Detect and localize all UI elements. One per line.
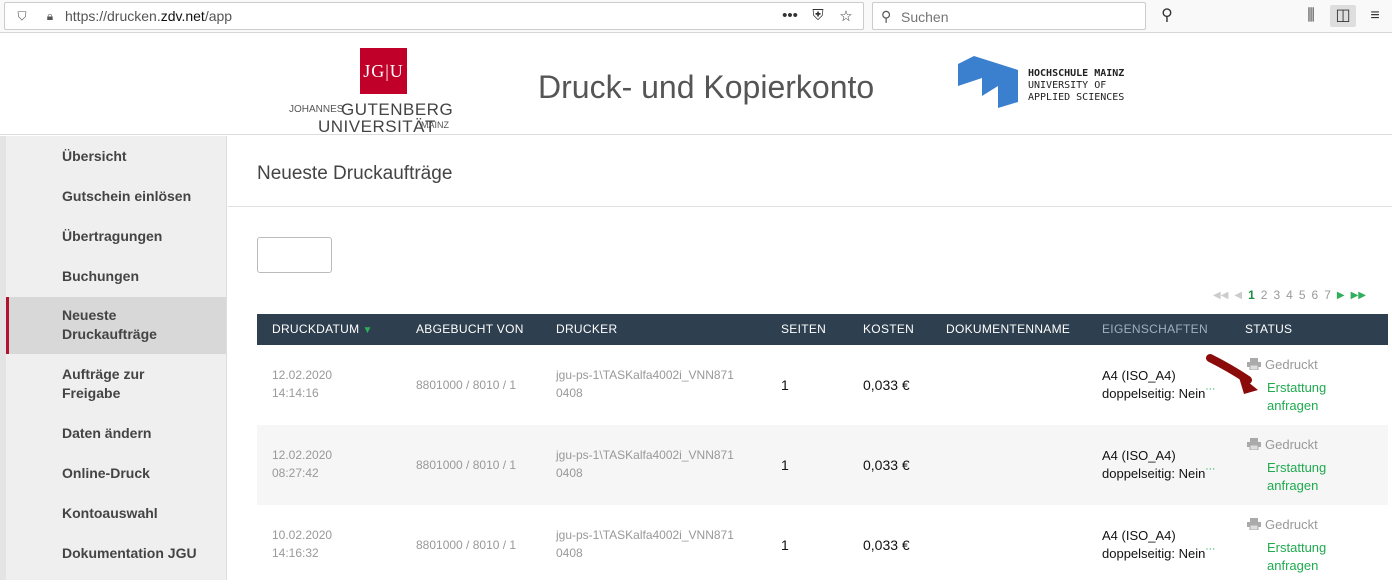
first-page-button[interactable]: ◀◀: [1213, 290, 1228, 301]
lock-icon[interactable]: 🔒︎: [43, 9, 57, 23]
refund-request-link[interactable]: Erstattung anfragen: [1267, 459, 1326, 495]
next-page-button[interactable]: ▶: [1337, 290, 1345, 301]
refund-request-link[interactable]: Erstattung anfragen: [1267, 379, 1326, 415]
browser-toolbar: ⛉ 🔒︎ https://drucken.zdv.net/app ••• ⛨ ☆…: [0, 0, 1392, 33]
hochschule-subtitle-2: APPLIED SCIENCES: [1028, 92, 1125, 103]
search-icon: ⚲: [881, 8, 892, 24]
status-printed: Gedruckt: [1247, 517, 1318, 532]
hochschule-subtitle-1: UNIVERSITY OF: [1028, 80, 1107, 91]
sidebar-item-gutschein[interactable]: Gutschein einlösen: [6, 187, 226, 206]
more-actions-icon[interactable]: •••: [781, 7, 799, 25]
divider: [228, 206, 1392, 207]
column-header-status[interactable]: STATUS: [1245, 322, 1292, 336]
row-props: A4 (ISO_A4) doppelseitig: Nein˙˙˙: [1102, 528, 1216, 561]
hochschule-logo-text: HOCHSCHULE MAINZ UNIVERSITY OF APPLIED S…: [1028, 68, 1124, 104]
column-header-props: EIGENSCHAFTEN: [1102, 322, 1208, 336]
library-icon[interactable]: ⫼: [1298, 5, 1324, 27]
last-page-button[interactable]: ▶▶: [1351, 290, 1366, 301]
sidebar-item-kontoauswahl[interactable]: Kontoauswahl: [6, 504, 226, 523]
page-link-6[interactable]: 6: [1312, 288, 1319, 302]
row-account: 8801000 / 8010 / 1: [416, 458, 517, 472]
status-printed: Gedruckt: [1247, 437, 1318, 452]
row-date: 12.02.2020 08:27:42: [272, 448, 333, 480]
search-input[interactable]: [901, 7, 1131, 27]
row-printer: jgu-ps-1\TASKalfa4002i_VNN871 0408: [556, 448, 734, 480]
page-link-2[interactable]: 2: [1261, 288, 1268, 302]
sidebar-toggle-icon[interactable]: ◫: [1330, 5, 1356, 27]
sidebar-item-label: Freigabe: [62, 385, 121, 401]
table-row: 12.02.2020 08:27:42 8801000 / 8010 / 1 jg…: [257, 425, 1388, 505]
shield-icon[interactable]: ⛉: [15, 9, 29, 23]
sidebar-item-label: Druckaufträge: [62, 326, 157, 342]
page-link-7[interactable]: 7: [1324, 288, 1331, 302]
row-account: 8801000 / 8010 / 1: [416, 378, 517, 392]
jgu-logo-johannes: JOHANNES: [289, 104, 344, 115]
hochschule-logo-icon: [958, 56, 1018, 108]
more-dots-icon: ˙˙˙: [1205, 546, 1216, 561]
sidebar-item-label: Neueste: [62, 307, 117, 323]
menu-icon[interactable]: ≡: [1362, 5, 1388, 27]
page-link-1[interactable]: 1: [1248, 288, 1255, 302]
row-cost: 0,033 €: [863, 377, 910, 393]
column-header-printer[interactable]: DRUCKER: [556, 322, 617, 336]
sort-desc-icon: ▼: [362, 325, 373, 336]
row-cost: 0,033 €: [863, 457, 910, 473]
more-dots-icon: ˙˙˙: [1205, 466, 1216, 481]
page-link-3[interactable]: 3: [1273, 288, 1280, 302]
row-printer: jgu-ps-1\TASKalfa4002i_VNN871 0408: [556, 368, 734, 400]
url-text[interactable]: https://drucken.zdv.net/app: [65, 8, 232, 24]
column-header-cost[interactable]: KOSTEN: [863, 322, 914, 336]
search-bar[interactable]: ⚲: [872, 2, 1146, 30]
printer-icon: [1247, 518, 1261, 530]
hochschule-name: HOCHSCHULE MAINZ: [1028, 68, 1125, 79]
pocket-icon[interactable]: ⛨: [809, 7, 827, 25]
sidebar-nav: Übersicht Gutschein einlösen Übertragung…: [0, 136, 227, 580]
sidebar-item-dokumentation[interactable]: Dokumentation JGU: [6, 544, 226, 563]
row-props: A4 (ISO_A4) doppelseitig: Nein˙˙˙: [1102, 368, 1216, 401]
page-title: Neueste Druckaufträge: [257, 163, 453, 184]
row-printer: jgu-ps-1\TASKalfa4002i_VNN871 0408: [556, 528, 734, 560]
jgu-mark: JG|U: [360, 48, 407, 94]
page-link-5[interactable]: 5: [1299, 288, 1306, 302]
sidebar-item-auftraege-freigabe[interactable]: Aufträge zur Freigabe: [6, 365, 226, 403]
column-header-date[interactable]: DRUCKDATUM ▼: [272, 322, 373, 336]
row-props: A4 (ISO_A4) doppelseitig: Nein˙˙˙: [1102, 448, 1216, 481]
row-account: 8801000 / 8010 / 1: [416, 538, 517, 552]
refund-request-link[interactable]: Erstattung anfragen: [1267, 539, 1326, 575]
column-header-pages[interactable]: SEITEN: [781, 322, 826, 336]
sidebar-item-uebertragungen[interactable]: Übertragungen: [6, 227, 226, 246]
row-date: 10.02.2020 14:16:32: [272, 528, 333, 560]
row-pages: 1: [781, 377, 789, 393]
sidebar-item-buchungen[interactable]: Buchungen: [6, 267, 226, 286]
sidebar-item-neueste-druckauftraege[interactable]: Neueste Druckaufträge: [6, 297, 226, 354]
column-header-docname[interactable]: DOKUMENTENNAME: [946, 322, 1070, 336]
sidebar-item-daten-aendern[interactable]: Daten ändern: [6, 424, 226, 443]
sidebar-item-label: Aufträge zur: [62, 366, 145, 382]
annotation-arrow-icon: [1206, 354, 1258, 394]
jgu-logo-universitaet: UNIVERSITÄT: [318, 117, 436, 136]
row-pages: 1: [781, 457, 789, 473]
address-bar[interactable]: ⛉ 🔒︎ https://drucken.zdv.net/app ••• ⛨ ☆: [4, 2, 864, 30]
column-header-account[interactable]: ABGEBUCHT VON: [416, 322, 524, 336]
prev-page-button[interactable]: ◀: [1234, 290, 1242, 301]
pagination: ◀◀ ◀ 1 2 3 4 5 6 7 ▶ ▶▶: [1213, 288, 1366, 302]
row-pages: 1: [781, 537, 789, 553]
row-date: 12.02.2020 14:14:16: [272, 368, 333, 400]
table-header: DRUCKDATUM ▼ ABGEBUCHT VON DRUCKER SEITEN…: [257, 314, 1388, 345]
page-header: JG|U JOHANNES GUTENBERG UNIVERSITÄT MAIN…: [0, 34, 1392, 136]
row-cost: 0,033 €: [863, 537, 910, 553]
site-title: Druck- und Kopierkonto: [538, 69, 875, 105]
bookmark-star-icon[interactable]: ☆: [837, 7, 855, 25]
jgu-logo-mainz: MAINZ: [421, 120, 449, 130]
printer-icon: [1247, 438, 1261, 450]
page-link-4[interactable]: 4: [1286, 288, 1293, 302]
search-icon[interactable]: ⚲: [1154, 5, 1180, 27]
export-button[interactable]: [257, 237, 332, 273]
sidebar-item-uebersicht[interactable]: Übersicht: [6, 147, 226, 166]
table-row: 10.02.2020 14:16:32 8801000 / 8010 / 1 jg…: [257, 505, 1388, 585]
sidebar-item-online-druck[interactable]: Online-Druck: [6, 464, 226, 483]
